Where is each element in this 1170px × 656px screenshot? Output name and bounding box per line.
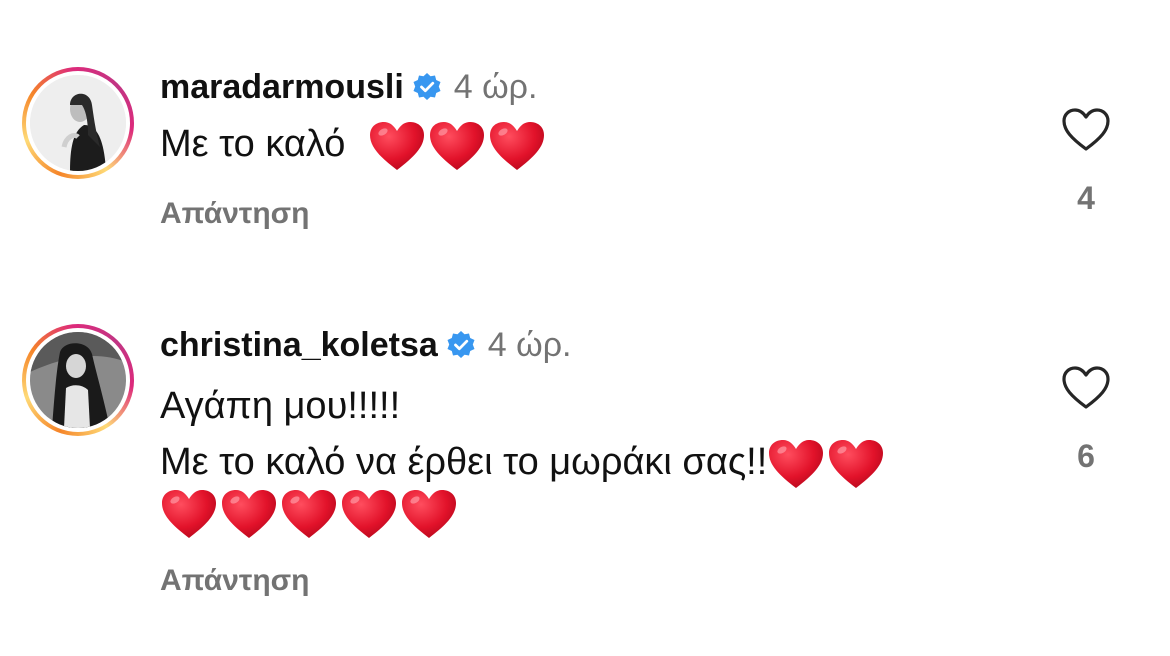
like-count[interactable]: 6 — [1060, 438, 1112, 475]
red-heart-emoji-icon — [368, 120, 426, 172]
red-heart-emoji-icon — [428, 120, 486, 172]
heart-emojis — [368, 120, 546, 172]
heart-emojis — [767, 438, 885, 490]
avatar-photo — [30, 75, 126, 171]
story-ring[interactable] — [22, 324, 134, 436]
avatar[interactable] — [30, 75, 126, 171]
story-ring[interactable] — [22, 67, 134, 179]
heart-emojis — [160, 488, 458, 540]
heart-outline-icon[interactable] — [1061, 365, 1111, 411]
comment-header: christina_koletsa 4 ώρ. — [160, 325, 572, 365]
reply-button[interactable]: Απάντηση — [160, 194, 310, 234]
avatar[interactable] — [30, 332, 126, 428]
red-heart-emoji-icon — [280, 488, 338, 540]
comment-timestamp: 4 ώρ. — [487, 326, 572, 364]
avatar-ring-gap — [26, 71, 130, 175]
username-link[interactable]: christina_koletsa — [160, 325, 438, 365]
verified-badge-icon — [412, 72, 442, 102]
red-heart-emoji-icon — [400, 488, 458, 540]
red-heart-emoji-icon — [160, 488, 218, 540]
red-heart-emoji-icon — [488, 120, 546, 172]
username-link[interactable]: maradarmousli — [160, 67, 404, 107]
red-heart-emoji-icon — [827, 438, 885, 490]
comment-text-line: Με το καλό να έρθει το μωράκι σας!! — [160, 441, 768, 483]
reply-button[interactable]: Απάντηση — [160, 561, 310, 601]
comment-text: Με το καλό — [160, 114, 546, 174]
comment-emoji-line — [160, 482, 458, 542]
like-count[interactable]: 4 — [1060, 180, 1112, 217]
red-heart-emoji-icon — [340, 488, 398, 540]
avatar-photo — [30, 332, 126, 428]
verified-badge-icon — [446, 330, 476, 360]
comment-text-line: Με το καλό — [160, 123, 346, 165]
avatar-ring-gap — [26, 328, 130, 432]
red-heart-emoji-icon — [220, 488, 278, 540]
comment-text-line: Αγάπη μου!!!!! — [160, 385, 401, 427]
comment-timestamp: 4 ώρ. — [453, 68, 538, 106]
comment-header: maradarmousli 4 ώρ. — [160, 67, 537, 107]
red-heart-emoji-icon — [767, 438, 825, 490]
heart-outline-icon[interactable] — [1061, 107, 1111, 153]
